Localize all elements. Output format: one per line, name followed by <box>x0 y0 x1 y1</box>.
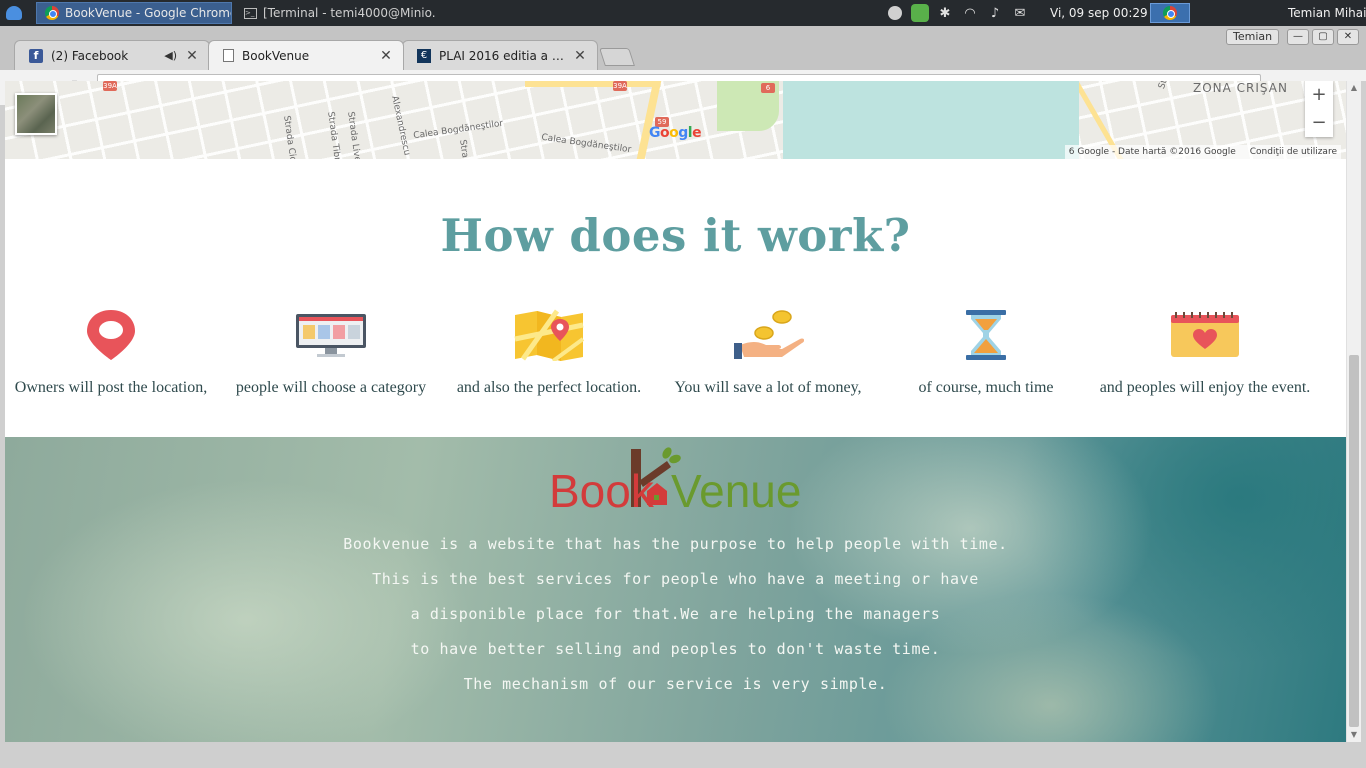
tab-facebook[interactable]: f (2) Facebook ◀) ✕ <box>14 40 210 70</box>
google-map[interactable]: 39A 39A 6 59 Strada Ciocârliei Strada Ti… <box>5 81 1346 159</box>
plai-icon: € <box>417 48 431 63</box>
close-icon[interactable]: ✕ <box>379 48 393 64</box>
road-badge: 39A <box>613 81 627 91</box>
app-menu-button[interactable] <box>0 0 28 26</box>
maximize-button[interactable]: ▢ <box>1312 29 1334 45</box>
minimize-button[interactable]: — <box>1287 29 1309 45</box>
about-footer: Book Venue Bookvenue is a website that h… <box>5 437 1346 742</box>
taskbar-terminal-task[interactable]: >_ [Terminal - temi4000@Minio... <box>236 2 436 24</box>
scroll-thumb[interactable] <box>1349 355 1359 727</box>
step-item: people will choose a category <box>222 307 440 397</box>
money-hand-icon <box>659 307 877 363</box>
step-label: You will save a lot of money, <box>674 379 862 396</box>
facebook-icon: f <box>29 48 43 63</box>
chrome-icon <box>45 6 59 20</box>
desktop-taskbar: BookVenue - Google Chrome >_ [Terminal -… <box>0 0 1366 26</box>
about-line: a disponible place for that.We are helpi… <box>410 605 941 623</box>
volume-icon[interactable]: ♪ <box>986 4 1004 22</box>
map-terms-link[interactable]: Condiţii de utilizare <box>1250 145 1337 159</box>
hourglass-icon <box>877 307 1095 363</box>
taskbar-task-label: [Terminal - temi4000@Minio... <box>263 6 436 20</box>
menu-logo-icon <box>6 6 22 20</box>
user-name[interactable]: Temian Mihai <box>1288 0 1366 26</box>
scroll-up-arrow-icon[interactable]: ▲ <box>1347 83 1361 93</box>
tab-plai[interactable]: € PLAI 2016 editia a XI-a ( ✕ <box>402 40 598 70</box>
taskbar-chrome-launcher[interactable] <box>1150 3 1190 23</box>
tab-title: (2) Facebook <box>51 48 129 63</box>
update-icon[interactable] <box>911 4 929 22</box>
close-icon[interactable]: ✕ <box>573 48 587 64</box>
bluetooth-icon[interactable]: ✱ <box>936 4 954 22</box>
road-badge: 39A <box>103 81 117 91</box>
taskbar-chrome-task[interactable]: BookVenue - Google Chrome <box>36 2 232 24</box>
zoom-in-button[interactable]: + <box>1305 81 1333 109</box>
step-item: and peoples will enjoy the event. <box>1096 307 1314 397</box>
page-scrollbar[interactable]: ▲ ▼ <box>1346 81 1361 742</box>
about-line: This is the best services for people who… <box>372 570 979 588</box>
section-title: How does it work? <box>440 209 911 262</box>
clock[interactable]: Vi, 09 sep 00:29 <box>1050 0 1148 26</box>
map-copyright: 6 Google - Date hartă ©2016 Google <box>1068 147 1236 157</box>
chrome-icon <box>1163 6 1177 20</box>
map-icon <box>440 307 658 363</box>
about-line: The mechanism of our service is very sim… <box>463 675 888 693</box>
profile-button[interactable]: Temian <box>1226 29 1280 45</box>
map-zoom-control: + − <box>1305 81 1333 137</box>
step-item: of course, much time <box>877 307 1095 397</box>
about-line: to have better selling and peoples to do… <box>410 640 941 658</box>
map-credits: 6 Google - Date hartă ©2016 Google Condi… <box>1064 145 1341 159</box>
step-item: and also the perfect location. <box>440 307 658 397</box>
step-label: and also the perfect location. <box>456 379 642 396</box>
category-screen-icon <box>222 307 440 363</box>
system-tray: ✱ ◠ ♪ ✉ <box>886 0 1029 26</box>
close-window-button[interactable]: ✕ <box>1337 29 1359 45</box>
step-label: Owners will post the location, <box>14 379 208 396</box>
location-pin-icon <box>5 307 220 363</box>
close-icon[interactable]: ✕ <box>185 48 199 64</box>
new-tab-button[interactable] <box>599 48 635 66</box>
speaker-icon[interactable]: ◀) <box>164 49 177 62</box>
step-item: Owners will post the location, <box>5 307 220 397</box>
wifi-icon[interactable]: ◠ <box>961 4 979 22</box>
tab-strip: f (2) Facebook ◀) ✕ BookVenue ✕ € PLAI 2… <box>0 26 1366 70</box>
step-item: You will save a lot of money, <box>659 307 877 397</box>
page-viewport: 39A 39A 6 59 Strada Ciocârliei Strada Ti… <box>5 81 1346 742</box>
road-badge: 6 <box>761 83 775 93</box>
calendar-heart-icon <box>1096 307 1314 363</box>
river-area <box>783 81 1079 159</box>
zoom-out-button[interactable]: − <box>1305 109 1333 137</box>
step-label: people will choose a category <box>235 379 427 396</box>
area-label: ZONA CRIŞAN <box>1193 81 1288 95</box>
satellite-toggle[interactable] <box>15 93 57 135</box>
tab-bookvenue[interactable]: BookVenue ✕ <box>208 40 404 70</box>
step-label: of course, much time <box>918 379 1054 396</box>
terminal-icon: >_ <box>244 7 257 19</box>
steam-icon[interactable] <box>886 4 904 22</box>
about-text: Bookvenue is a website that has the purp… <box>5 533 1346 708</box>
bookvenue-logo: Book Venue <box>543 447 803 517</box>
logo-text-book: Book <box>549 465 655 511</box>
scroll-down-arrow-icon[interactable]: ▼ <box>1347 730 1361 740</box>
taskbar-task-label: BookVenue - Google Chrome <box>65 6 232 20</box>
step-label: and peoples will enjoy the event. <box>1099 379 1311 396</box>
tab-title: PLAI 2016 editia a XI-a ( <box>439 48 565 63</box>
tab-title: BookVenue <box>242 48 310 63</box>
google-logo: Google <box>649 125 702 141</box>
about-line: Bookvenue is a website that has the purp… <box>343 535 1008 553</box>
mail-icon[interactable]: ✉ <box>1011 4 1029 22</box>
logo-text-venue: Venue <box>671 465 801 511</box>
document-icon <box>223 49 234 62</box>
